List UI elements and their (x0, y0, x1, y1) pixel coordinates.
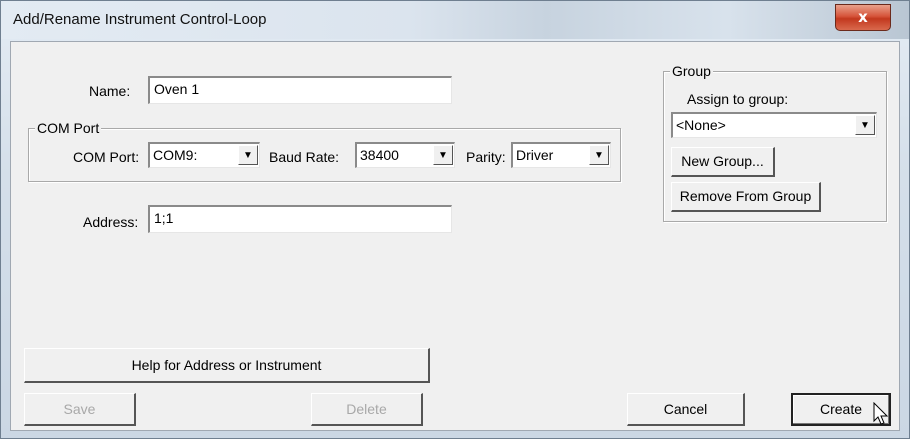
delete-button[interactable]: Delete (311, 393, 423, 426)
assign-group-select[interactable]: <None> ▼ (671, 112, 877, 138)
title-bar[interactable]: Add/Rename Instrument Control-Loop x (1, 1, 909, 39)
cancel-button[interactable]: Cancel (627, 393, 745, 426)
assign-to-group-label: Assign to group: (687, 91, 789, 107)
chevron-down-icon[interactable]: ▼ (433, 145, 453, 165)
parity-select[interactable]: Driver ▼ (511, 142, 611, 168)
mouse-pointer-icon (873, 402, 889, 425)
dialog-window: Add/Rename Instrument Control-Loop x Nam… (0, 0, 910, 439)
com-port-select[interactable]: COM9: ▼ (148, 142, 260, 168)
close-icon: x (858, 8, 868, 26)
com-port-legend: COM Port (35, 120, 102, 136)
parity-value: Driver (516, 147, 554, 163)
baud-rate-select[interactable]: 38400 ▼ (355, 142, 455, 168)
address-label: Address: (83, 214, 139, 230)
assign-group-value: <None> (676, 117, 726, 133)
save-button[interactable]: Save (24, 393, 136, 426)
name-input[interactable]: Oven 1 (148, 76, 452, 104)
new-group-button[interactable]: New Group... (671, 147, 775, 177)
chevron-down-icon[interactable]: ▼ (238, 145, 258, 165)
baud-rate-value: 38400 (360, 147, 399, 163)
close-button[interactable]: x (835, 4, 891, 31)
chevron-down-icon[interactable]: ▼ (855, 115, 875, 135)
help-address-instrument-button[interactable]: Help for Address or Instrument (24, 348, 430, 383)
parity-label: Parity: (466, 149, 506, 165)
baud-rate-label: Baud Rate: (269, 149, 340, 165)
name-label: Name: (89, 83, 131, 99)
com-port-label: COM Port: (73, 149, 140, 165)
dialog-body: Name: Oven 1 COM Port COM Port: COM9: ▼ … (10, 41, 900, 431)
chevron-down-icon[interactable]: ▼ (589, 145, 609, 165)
remove-from-group-button[interactable]: Remove From Group (671, 182, 821, 212)
com-port-value: COM9: (153, 147, 198, 163)
window-title: Add/Rename Instrument Control-Loop (13, 11, 267, 28)
group-legend: Group (670, 63, 713, 79)
address-input[interactable]: 1;1 (148, 205, 452, 233)
